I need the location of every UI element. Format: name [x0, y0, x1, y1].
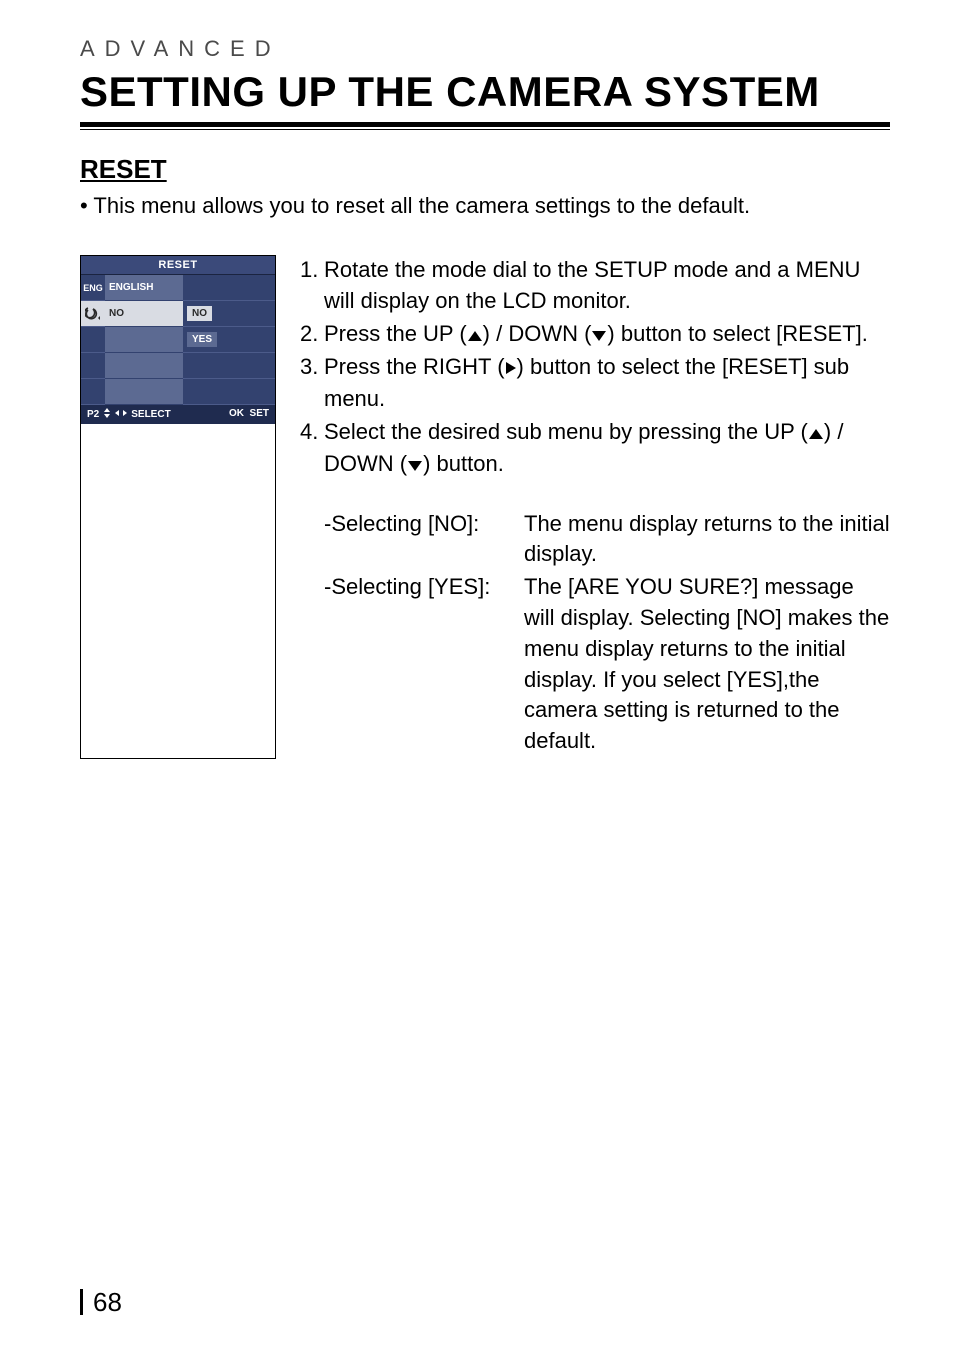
lcd-screenshot: RESET ENG ENGLISH NO NO YES — [80, 255, 276, 759]
title-rule-thick — [80, 122, 890, 127]
step-3: 3. Press the RIGHT () button to select t… — [300, 352, 890, 415]
lcd-icon-empty-2 — [81, 353, 105, 379]
lcd-left-english: ENGLISH — [105, 275, 183, 301]
lcd-option-no: NO — [187, 306, 212, 321]
step-1: 1. Rotate the mode dial to the SETUP mod… — [300, 255, 890, 317]
lcd-title: RESET — [81, 256, 275, 275]
step-3-text: Press the RIGHT () button to select the … — [324, 352, 890, 415]
reset-icon — [81, 301, 105, 327]
lcd-left-empty-2 — [105, 353, 183, 379]
page-number: 68 — [80, 1289, 122, 1315]
lcd-footer-ok: OK — [229, 408, 244, 419]
leftright-arrows-icon — [115, 409, 127, 420]
lcd-right-empty-3 — [183, 353, 275, 379]
up-triangle-icon — [467, 320, 483, 351]
lcd-icon-empty-3 — [81, 379, 105, 405]
selection-yes-desc: The [ARE YOU SURE?] message will display… — [524, 572, 890, 757]
updown-arrows-icon — [103, 408, 111, 421]
page-title: SETTING UP THE CAMERA SYSTEM — [80, 68, 890, 116]
lcd-right-no: NO — [183, 301, 275, 327]
lcd-right-yes: YES — [183, 327, 275, 353]
step-4-text: Select the desired sub menu by pressing … — [324, 417, 890, 481]
lcd-left-no: NO — [105, 301, 183, 327]
step-4-num: 4. — [300, 417, 324, 481]
selection-no-label: -Selecting [NO]: — [324, 509, 524, 571]
right-triangle-icon — [505, 353, 517, 384]
up-triangle-icon — [808, 418, 824, 449]
section-label: ADVANCED — [80, 36, 890, 62]
step-2-num: 2. — [300, 319, 324, 351]
lcd-left-empty-1 — [105, 327, 183, 353]
lcd-icon-empty-1 — [81, 327, 105, 353]
down-triangle-icon — [407, 450, 423, 481]
step-1-text: Rotate the mode dial to the SETUP mode a… — [324, 255, 890, 317]
title-rule-thin — [80, 129, 890, 130]
lcd-option-yes: YES — [187, 332, 217, 347]
lcd-footer: P2 SELECT OK SET — [81, 405, 275, 424]
lcd-footer-select: SELECT — [131, 409, 170, 420]
selection-no: -Selecting [NO]: The menu display return… — [324, 509, 890, 571]
lcd-right-empty-top — [183, 275, 275, 301]
step-4: 4. Select the desired sub menu by pressi… — [300, 417, 890, 481]
lcd-body: ENG ENGLISH NO NO YES — [81, 275, 275, 405]
lcd-right-column: NO YES — [183, 275, 275, 405]
selection-no-desc: The menu display returns to the initial … — [524, 509, 890, 571]
lcd-left-column: ENGLISH NO — [105, 275, 183, 405]
step-1-num: 1. — [300, 255, 324, 317]
lcd-right-empty-4 — [183, 379, 275, 405]
selection-yes: -Selecting [YES]: The [ARE YOU SURE?] me… — [324, 572, 890, 757]
step-3-num: 3. — [300, 352, 324, 415]
lcd-icon-column: ENG — [81, 275, 105, 405]
lcd-left-empty-3 — [105, 379, 183, 405]
instructions: 1. Rotate the mode dial to the SETUP mod… — [300, 255, 890, 759]
content-row: RESET ENG ENGLISH NO NO YES — [80, 255, 890, 759]
selection-yes-label: -Selecting [YES]: — [324, 572, 524, 757]
step-2: 2. Press the UP () / DOWN () button to s… — [300, 319, 890, 351]
lcd-footer-p2: P2 — [87, 409, 99, 420]
step-2-text: Press the UP () / DOWN () button to sele… — [324, 319, 890, 351]
selection-block: -Selecting [NO]: The menu display return… — [300, 509, 890, 757]
lcd-icon-eng: ENG — [81, 275, 105, 301]
lcd-footer-set: SET — [250, 408, 269, 419]
down-triangle-icon — [591, 320, 607, 351]
subheading-reset: RESET — [80, 154, 890, 185]
intro-text: • This menu allows you to reset all the … — [80, 193, 890, 219]
